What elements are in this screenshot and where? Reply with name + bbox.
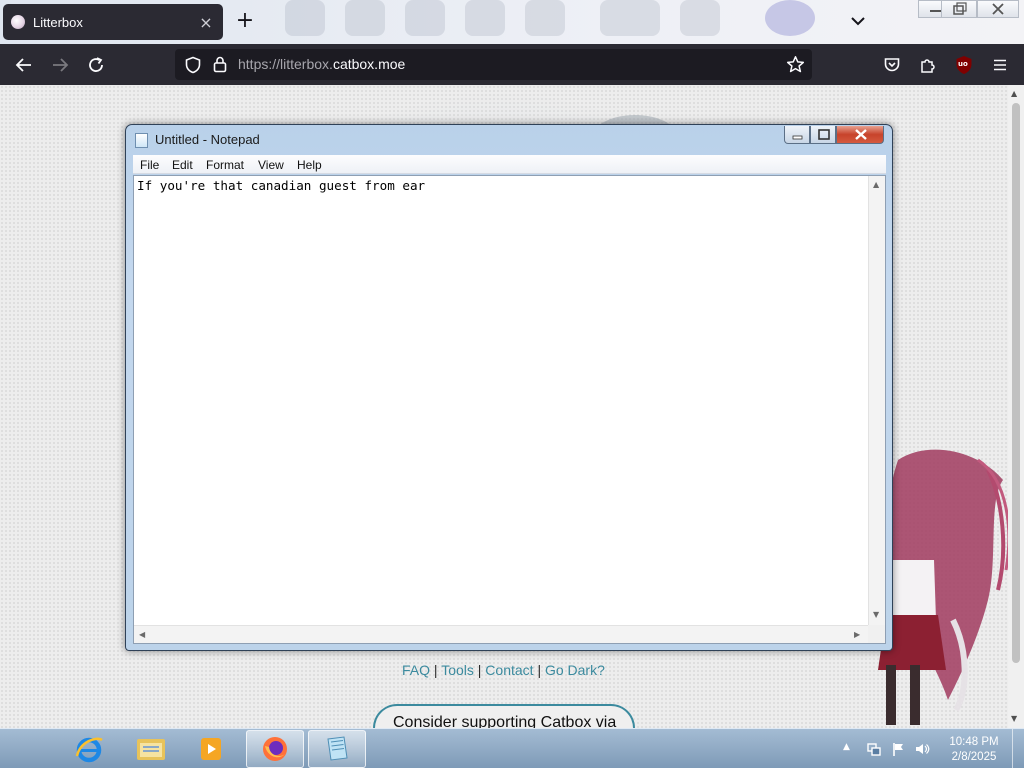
menu-file[interactable]: File	[140, 158, 159, 172]
background-decoration	[345, 0, 385, 36]
network-icon[interactable]	[866, 741, 882, 757]
hamburger-menu-icon	[994, 59, 1006, 71]
background-decoration	[405, 0, 445, 36]
ublock-origin-button[interactable]: uo	[950, 51, 978, 79]
footer-separator: |	[537, 662, 542, 678]
taskbar-notepad[interactable]	[308, 730, 366, 768]
tab-strip: Litterbox × +	[0, 0, 1024, 44]
footer-link-faq[interactable]: FAQ	[402, 662, 430, 678]
clock-date: 2/8/2025	[951, 751, 997, 763]
background-decoration	[285, 0, 325, 36]
footer-separator: |	[433, 662, 438, 678]
minimize-icon	[792, 135, 803, 140]
taskbar-internet-explorer[interactable]	[60, 730, 118, 768]
background-decoration	[465, 0, 505, 36]
arrow-right-icon	[53, 58, 69, 72]
footer-link-go-dark[interactable]: Go Dark?	[545, 662, 605, 678]
firefox-icon	[263, 737, 287, 761]
notepad-maximize-button[interactable]	[810, 126, 836, 144]
notepad-text-area[interactable]: If you're that canadian guest from ear ▲…	[133, 175, 886, 644]
action-center-flag-icon[interactable]	[891, 741, 907, 757]
puzzle-piece-icon	[921, 59, 935, 73]
background-decoration	[600, 0, 660, 36]
notepad-icon	[327, 736, 348, 761]
tab-title: Litterbox	[33, 14, 83, 30]
menu-edit[interactable]: Edit	[172, 158, 193, 172]
scroll-up-arrow-icon[interactable]: ▲	[873, 180, 879, 189]
taskbar-firefox[interactable]	[246, 730, 304, 768]
url-text[interactable]: https://litterbox.catbox.moe	[238, 56, 405, 72]
url-host: catbox.moe	[332, 56, 406, 72]
window-restore-button[interactable]	[941, 0, 977, 18]
media-player-icon	[201, 738, 221, 760]
navigation-toolbar: https://litterbox.catbox.moe uo	[0, 44, 1024, 85]
close-icon	[855, 129, 867, 140]
bookmark-star-icon[interactable]	[786, 55, 805, 74]
scroll-down-arrow-icon[interactable]: ▼	[1011, 714, 1017, 723]
scroll-right-arrow-icon[interactable]: ▶	[854, 630, 860, 639]
notepad-horizontal-scrollbar[interactable]: ◀ ▶	[134, 625, 868, 643]
show-desktop-button[interactable]	[1012, 729, 1024, 768]
notepad-text-content[interactable]: If you're that canadian guest from ear	[137, 178, 425, 193]
file-explorer-icon	[137, 739, 165, 760]
notepad-app-icon	[135, 133, 148, 148]
pocket-icon	[884, 58, 900, 72]
reload-icon	[89, 57, 103, 72]
taskbar-media-player[interactable]	[182, 730, 240, 768]
notepad-title-bar[interactable]: Untitled - Notepad	[126, 125, 892, 153]
taskbar-file-explorer[interactable]	[122, 730, 180, 768]
scrollbar-thumb[interactable]	[1012, 103, 1020, 663]
tab-close-icon[interactable]: ×	[197, 13, 215, 32]
litterbox-favicon-icon	[11, 15, 25, 29]
restore-icon	[953, 2, 967, 15]
footer-separator: |	[477, 662, 482, 678]
notepad-window: Untitled - Notepad File Edit Format View…	[125, 124, 893, 651]
url-scheme: https://litterbox.	[238, 56, 333, 72]
window-close-button[interactable]	[977, 0, 1019, 18]
background-decoration	[525, 0, 565, 36]
tracking-protection-shield-icon[interactable]	[184, 56, 202, 74]
lock-icon[interactable]	[212, 55, 228, 73]
address-bar[interactable]: https://litterbox.catbox.moe	[175, 49, 812, 80]
notepad-window-title: Untitled - Notepad	[155, 132, 260, 147]
support-catbox-box: Consider supporting Catbox via	[373, 704, 635, 728]
footer-links: FAQ | Tools | Contact | Go Dark?	[402, 662, 605, 678]
show-hidden-icons-arrow-icon[interactable]: ▲	[843, 742, 859, 758]
system-clock[interactable]: 10:48 PM 2/8/2025	[944, 735, 1004, 765]
notepad-minimize-button[interactable]	[784, 126, 810, 144]
back-button[interactable]	[10, 51, 38, 79]
notepad-vertical-scrollbar[interactable]: ▲ ▼	[868, 176, 885, 625]
background-decoration	[680, 0, 720, 36]
windows-taskbar: ▲ 10:48 PM 2/8/2025	[0, 728, 1024, 768]
arrow-left-icon	[15, 58, 31, 72]
menu-format[interactable]: Format	[206, 158, 244, 172]
chevron-down-icon	[851, 17, 865, 26]
menu-view[interactable]: View	[258, 158, 284, 172]
maximize-icon	[818, 129, 830, 140]
application-menu-button[interactable]	[986, 51, 1014, 79]
tab-litterbox[interactable]: Litterbox ×	[3, 4, 223, 40]
scroll-left-arrow-icon[interactable]: ◀	[139, 630, 145, 639]
new-tab-button[interactable]: +	[232, 9, 258, 35]
notepad-close-button[interactable]	[836, 126, 884, 144]
extensions-button[interactable]	[914, 51, 942, 79]
footer-link-contact[interactable]: Contact	[485, 662, 533, 678]
extension-badge: uo	[958, 60, 968, 68]
menu-help[interactable]: Help	[297, 158, 322, 172]
close-icon	[992, 3, 1004, 15]
footer-link-tools[interactable]: Tools	[441, 662, 474, 678]
forward-button[interactable]	[46, 51, 74, 79]
resize-grip-icon[interactable]	[868, 625, 885, 643]
clock-time: 10:48 PM	[949, 736, 999, 748]
background-decoration	[765, 0, 815, 36]
scroll-up-arrow-icon[interactable]: ▲	[1011, 89, 1017, 98]
page-scrollbar[interactable]: ▲ ▼	[1008, 85, 1024, 728]
scroll-down-arrow-icon[interactable]: ▼	[873, 610, 879, 619]
pocket-button[interactable]	[878, 51, 906, 79]
internet-explorer-icon	[75, 737, 103, 763]
volume-speaker-icon[interactable]	[914, 741, 930, 757]
notepad-menu-bar: File Edit Format View Help	[133, 155, 886, 174]
list-all-tabs-button[interactable]	[848, 10, 868, 32]
reload-button[interactable]	[82, 51, 110, 79]
